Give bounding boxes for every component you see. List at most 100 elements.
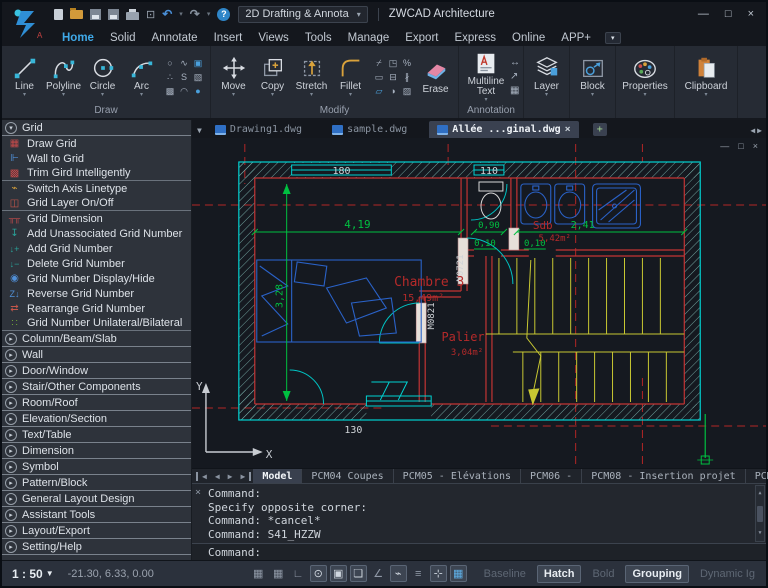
spline-icon[interactable]: ∿ — [177, 56, 191, 70]
sidebar-item-grid-number-display-hide[interactable]: ◉ Grid Number Display/Hide — [2, 271, 191, 286]
panel-label-layer[interactable] — [527, 105, 566, 118]
panel-label-properties[interactable] — [619, 105, 671, 118]
donut-icon[interactable]: ● — [191, 84, 205, 98]
undo-icon[interactable]: ↶ — [162, 7, 172, 21]
toggle-dynamic[interactable]: Dynamic Ig — [693, 565, 762, 583]
sidebar-item-add-unassociated-grid-number[interactable]: ↧ Add Unassociated Grid Number — [2, 226, 191, 241]
scale-indicator[interactable]: 1 : 50 — [12, 567, 43, 581]
close-tab-icon[interactable]: × — [565, 124, 571, 135]
ortho-icon[interactable]: ∟ — [290, 565, 307, 582]
layout-tab-pcm06[interactable]: PCM06 - — [521, 469, 583, 483]
drawing-canvas[interactable]: — □ × 4,19 0,90 2,41 3,28 0,10 0,10 180 … — [192, 138, 766, 468]
sketch-icon[interactable]: S — [177, 70, 191, 84]
workspace-combo[interactable]: 2D Drafting & Annota ▾ — [238, 5, 368, 23]
break-icon[interactable]: ◑ — [386, 84, 400, 98]
command-history[interactable]: × Command: Specify opposite corner: Comm… — [192, 484, 766, 543]
ellipse-icon[interactable]: ○ — [163, 56, 177, 70]
copy-button[interactable]: Copy ▾ — [253, 55, 292, 98]
block-button[interactable]: Block ▾ — [573, 55, 612, 98]
tab-views[interactable]: Views — [250, 30, 296, 46]
angle-icon[interactable]: ∠ — [370, 565, 387, 582]
save-icon[interactable] — [90, 8, 101, 20]
point-icon[interactable]: ∴ — [163, 70, 177, 84]
polyline-button[interactable]: Polyline ▾ — [44, 55, 83, 98]
sidebar-section-text-table[interactable]: ▸ Text/Table — [2, 427, 191, 443]
trim-icon[interactable]: ⌿ — [372, 56, 386, 70]
panel-label-block[interactable] — [573, 105, 612, 118]
sidebar-section-symbol[interactable]: ▸ Symbol — [2, 459, 191, 475]
sidebar-item-trim-grid[interactable]: ▩ Trim Gird Intelligently — [2, 166, 191, 181]
sidebar-item-grid-dimension[interactable]: ╥╥ Grid Dimension — [2, 211, 191, 226]
command-input[interactable]: Command: — [192, 543, 766, 560]
layout-tab-pcm09-rdc[interactable]: PCM09 - Plan RDC — [746, 469, 768, 483]
layout-tab-model[interactable]: Model — [253, 469, 303, 483]
mirror-icon[interactable]: ⊟ — [386, 70, 400, 84]
clipboard-button[interactable]: Clipboard ▾ — [678, 55, 734, 98]
doc-tab-allee[interactable]: Allée ...ginal.dwg × — [429, 121, 579, 138]
tab-scroll-arrows[interactable]: ◀▶ — [750, 126, 764, 135]
doc-minimize-icon[interactable]: — — [720, 141, 729, 151]
scroll-right-icon[interactable]: ▶ — [757, 126, 764, 135]
sidebar-section-setting-help[interactable]: ▸ Setting/Help — [2, 539, 191, 555]
tab-tools[interactable]: Tools — [297, 30, 340, 46]
sidebar-item-reverse-grid-number[interactable]: Z↓ Reverse Grid Number — [2, 286, 191, 301]
table-icon[interactable]: ▦ — [510, 85, 520, 96]
array-icon[interactable]: ▱ — [372, 84, 386, 98]
prev-layout-icon[interactable]: ◀ — [211, 472, 224, 481]
sidebar-section-stair[interactable]: ▸ Stair/Other Components — [2, 379, 191, 395]
polar-tracking-icon[interactable]: ⊙ — [309, 565, 327, 582]
sidebar-item-grid-layer-onoff[interactable]: ◫ Grid Layer On/Off — [2, 196, 191, 211]
last-layout-icon[interactable]: ▶ — [236, 471, 252, 481]
help-icon[interactable]: ? — [217, 7, 231, 21]
menu-icon[interactable]: ≡ — [410, 565, 427, 582]
doc-restore-icon[interactable]: □ — [738, 141, 743, 151]
print-icon[interactable] — [126, 8, 139, 20]
sidebar-section-pattern-block[interactable]: ▸ Pattern/Block — [2, 475, 191, 491]
tab-manage[interactable]: Manage — [340, 30, 398, 46]
redo-icon[interactable]: ↷ — [190, 7, 200, 21]
sidebar-section-assistant-tools[interactable]: ▸ Assistant Tools — [2, 507, 191, 523]
region-icon[interactable]: ▣ — [191, 56, 205, 70]
tab-app-plus[interactable]: APP+ — [553, 30, 599, 46]
toggle-grouping[interactable]: Grouping — [625, 564, 689, 583]
scroll-up-icon[interactable]: ▲ — [758, 487, 761, 501]
sidebar-section-general-layout[interactable]: ▸ General Layout Design — [2, 491, 191, 507]
toggle-bold[interactable]: Bold — [585, 565, 621, 583]
properties-button[interactable]: Properties ▾ — [619, 55, 671, 98]
tab-export[interactable]: Export — [397, 30, 446, 46]
redo-dropdown-icon[interactable]: ▾ — [207, 10, 211, 18]
open-file-icon[interactable] — [70, 7, 83, 19]
plot-preview-icon[interactable]: ⊡ — [146, 8, 155, 21]
toggle-baseline[interactable]: Baseline — [477, 565, 533, 583]
close-icon[interactable]: × — [195, 486, 201, 500]
dynamic-input-icon[interactable]: ⌁ — [389, 565, 407, 582]
sidebar-section-elevation-section[interactable]: ▸ Elevation/Section — [2, 411, 191, 427]
tab-online[interactable]: Online — [504, 30, 553, 46]
arc-button[interactable]: Arc ▾ — [122, 55, 161, 98]
panel-label-draw[interactable]: Draw — [5, 105, 207, 118]
sidebar-item-draw-grid[interactable]: ▦ Draw Grid — [2, 136, 191, 151]
sidebar-section-layout-export[interactable]: ▸ Layout/Export — [2, 523, 191, 539]
save-as-icon[interactable] — [108, 8, 119, 20]
panel-label-clipboard[interactable] — [678, 105, 734, 118]
sidebar-section-wall[interactable]: ▸ Wall — [2, 347, 191, 363]
dimension-icon[interactable]: ↔ — [510, 57, 520, 68]
tab-insert[interactable]: Insert — [206, 30, 251, 46]
new-file-icon[interactable] — [54, 8, 63, 20]
otrack-icon[interactable]: ❏ — [349, 565, 367, 582]
move-button[interactable]: Move ▾ — [214, 55, 253, 98]
command-scrollbar[interactable]: ▲ ▼ — [755, 485, 765, 542]
next-layout-icon[interactable]: ▶ — [224, 472, 237, 481]
tab-home[interactable]: Home — [54, 30, 102, 46]
doc-tab-sample[interactable]: sample.dwg — [324, 121, 415, 138]
ribbon-options-icon[interactable]: ▾ — [605, 32, 621, 44]
tab-express[interactable]: Express — [446, 30, 504, 46]
gradient-icon[interactable]: ▩ — [163, 84, 177, 98]
new-drawing-tab-icon[interactable]: + — [592, 123, 607, 136]
scrollbar-thumb[interactable] — [757, 505, 763, 522]
doc-close-icon[interactable]: × — [753, 141, 758, 151]
sidebar-section-grid[interactable]: ▾ Grid — [2, 120, 191, 136]
panel-label-modify[interactable]: Modify — [214, 105, 455, 118]
tab-list-icon[interactable]: ▼ — [192, 126, 207, 138]
minimize-button[interactable]: — — [698, 8, 709, 20]
